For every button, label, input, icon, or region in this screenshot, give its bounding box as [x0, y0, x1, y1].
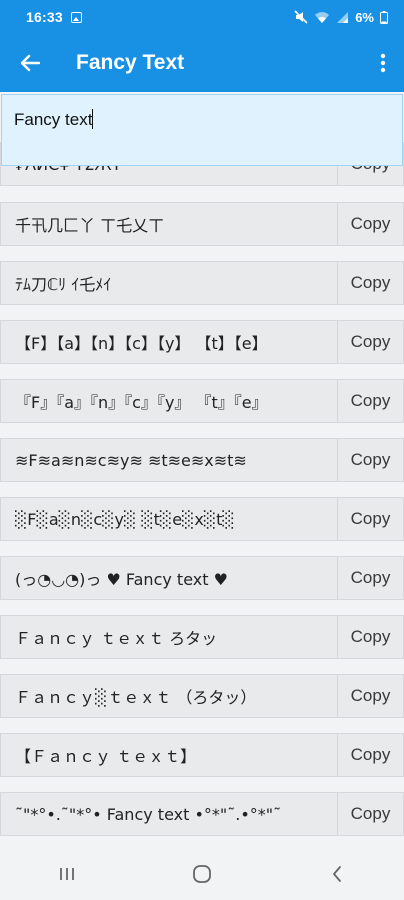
fancy-text-preview[interactable]: (っ◔◡◔)っ ♥ Fancy text ♥ — [0, 556, 337, 600]
list-item: Ｆａｎｃｙ ｔｅｘｔ ろタッ Copy — [0, 615, 404, 659]
recent-apps-button[interactable] — [37, 854, 97, 894]
copy-button[interactable]: Copy — [337, 202, 404, 246]
back-nav-button[interactable] — [307, 854, 367, 894]
fancy-text-preview[interactable]: 【Ｆａｎｃｙ ｔｅｘｔ】 — [0, 733, 337, 777]
list-item: ≋F≋a≋n≋c≋y≋ ≋t≋e≋x≋t≋ Copy — [0, 438, 404, 482]
copy-button[interactable]: Copy — [337, 261, 404, 305]
list-item: 千卂几匚丫 ㄒ乇乂ㄒ Copy — [0, 202, 404, 246]
home-button[interactable] — [172, 854, 232, 894]
fancy-text-preview[interactable]: ﾃﾑ刀ℂﾘ ｲ乇ﾒｲ — [0, 261, 337, 305]
recent-apps-icon — [60, 868, 75, 880]
fancy-text-preview[interactable]: 『F』『a』『n』『c』『y』 『t』『e』 — [0, 379, 337, 423]
fancy-text-list[interactable]: ₣ΛИƇ¥ ƬΣЖƬ Copy 千卂几匚丫 ㄒ乇乂ㄒ Copy ﾃﾑ刀ℂﾘ ｲ乇… — [0, 92, 404, 842]
status-time: 16:33 — [26, 9, 63, 25]
copy-button[interactable]: Copy — [337, 615, 404, 659]
signal-icon — [337, 11, 349, 23]
battery-percent: 6% — [355, 9, 374, 25]
copy-button[interactable]: Copy — [337, 556, 404, 600]
wifi-icon — [315, 11, 330, 23]
fancy-text-preview[interactable]: ░F░a░n░c░y░ ░t░e░x░t░ — [0, 497, 337, 541]
back-button[interactable] — [18, 51, 42, 75]
chevron-left-icon — [332, 866, 341, 882]
copy-button[interactable]: Copy — [337, 497, 404, 541]
mute-icon — [294, 10, 308, 24]
copy-button[interactable]: Copy — [337, 438, 404, 482]
list-item: ﾃﾑ刀ℂﾘ ｲ乇ﾒｲ Copy — [0, 261, 404, 305]
copy-button[interactable]: Copy — [337, 379, 404, 423]
list-item: Ｆａｎｃｙ░ｔｅｘｔ （ろタッ） Copy — [0, 674, 404, 718]
home-icon — [193, 865, 211, 883]
list-item: 『F』『a』『n』『c』『y』 『t』『e』 Copy — [0, 379, 404, 423]
text-input-value: Fancy text — [14, 110, 93, 129]
status-bar: 16:33 6% — [0, 0, 404, 34]
copy-button[interactable]: Copy — [337, 320, 404, 364]
list-item: ░F░a░n░c░y░ ░t░e░x░t░ Copy — [0, 497, 404, 541]
text-cursor — [92, 109, 94, 129]
more-vert-icon — [380, 53, 386, 73]
overflow-menu-button[interactable] — [378, 51, 388, 75]
battery-icon — [380, 10, 388, 24]
app-bar: Fancy Text — [0, 34, 404, 92]
fancy-text-preview[interactable]: 【F】【a】【n】【c】【y】 【t】【e】 — [0, 320, 337, 364]
page-title: Fancy Text — [76, 51, 185, 74]
copy-button[interactable]: Copy — [337, 792, 404, 836]
list-item: 【F】【a】【n】【c】【y】 【t】【e】 Copy — [0, 320, 404, 364]
arrow-back-icon — [20, 54, 40, 72]
list-item: ˜"*°•.˜"*°• Fancy text •°*"˜.•°*"˜ Copy — [0, 792, 404, 836]
system-nav-bar — [0, 848, 404, 900]
fancy-text-preview[interactable]: ≋F≋a≋n≋c≋y≋ ≋t≋e≋x≋t≋ — [0, 438, 337, 482]
copy-button[interactable]: Copy — [337, 674, 404, 718]
copy-button[interactable]: Copy — [337, 733, 404, 777]
status-icons: 6% — [294, 0, 388, 34]
gallery-notification-icon — [70, 11, 82, 23]
fancy-text-preview[interactable]: Ｆａｎｃｙ ｔｅｘｔ ろタッ — [0, 615, 337, 659]
fancy-text-preview[interactable]: Ｆａｎｃｙ░ｔｅｘｔ （ろタッ） — [0, 674, 337, 718]
fancy-text-preview[interactable]: 千卂几匚丫 ㄒ乇乂ㄒ — [0, 202, 337, 246]
fancy-text-preview[interactable]: ˜"*°•.˜"*°• Fancy text •°*"˜.•°*"˜ — [0, 792, 337, 836]
list-item: 【Ｆａｎｃｙ ｔｅｘｔ】 Copy — [0, 733, 404, 777]
list-item: (っ◔◡◔)っ ♥ Fancy text ♥ Copy — [0, 556, 404, 600]
text-input[interactable]: Fancy text — [1, 94, 403, 166]
